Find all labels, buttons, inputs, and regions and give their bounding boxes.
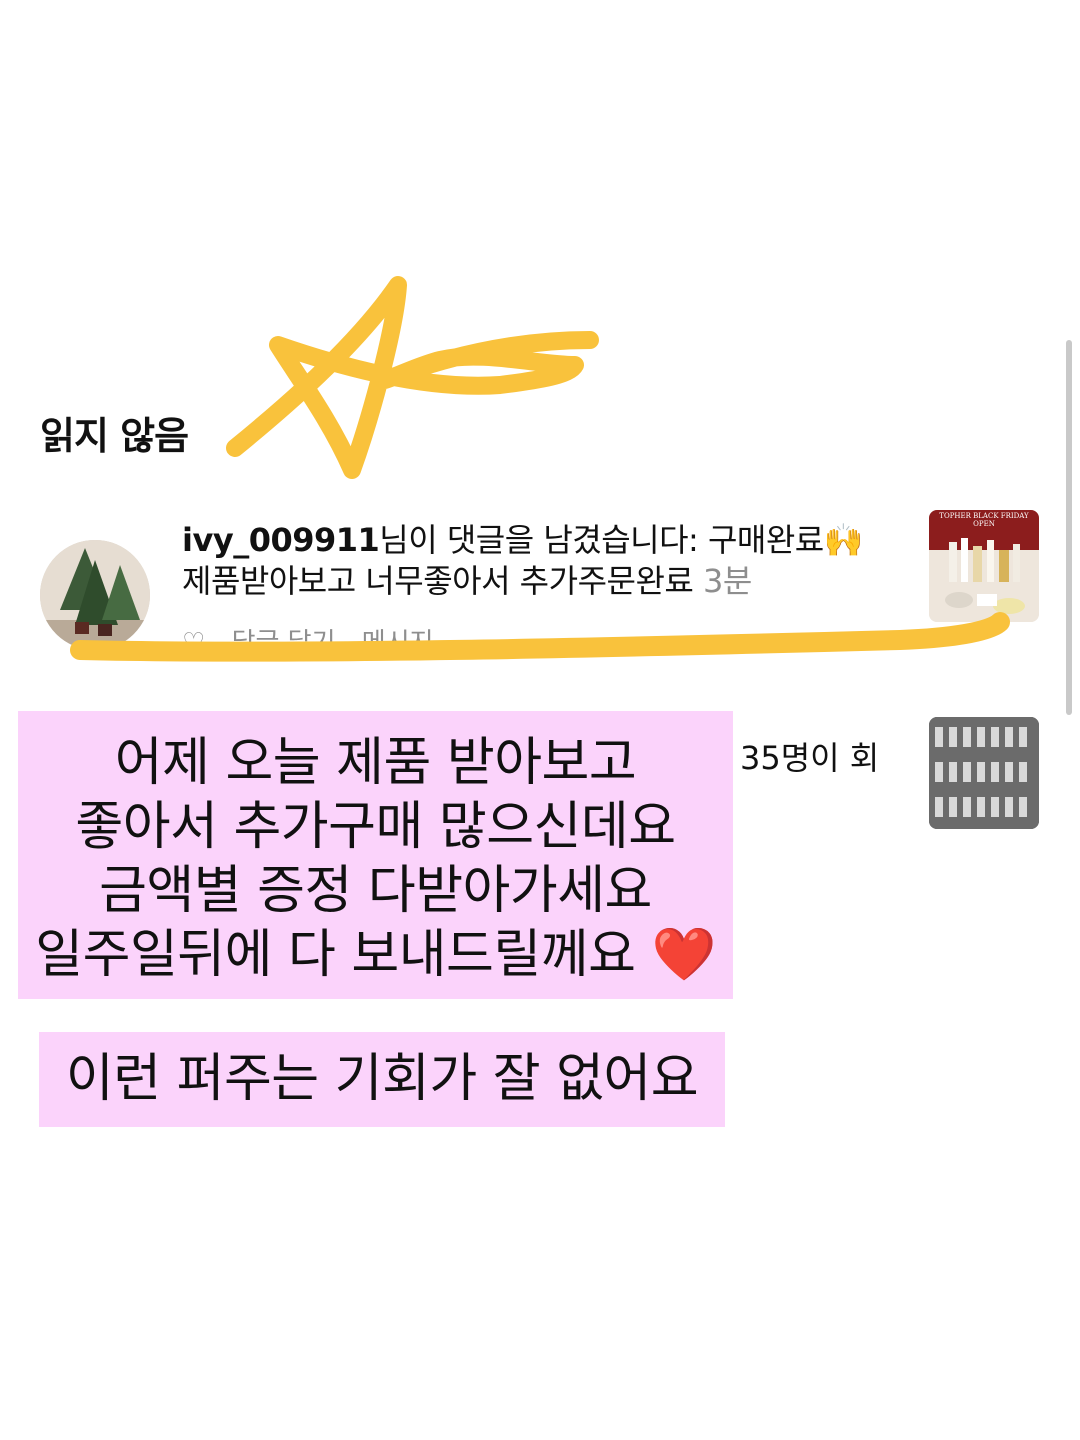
notification-actions: ♡ 답글 달기 메시지 [182,622,482,648]
caption-box-2: 이런 퍼주는 기회가 잘 없어요 [39,1032,725,1127]
notification-message: 님이 댓글을 남겼습니다: 구매완료🙌 [379,521,864,559]
caption-line-4: 일주일뒤에 다 보내드릴께요 ❤️ [35,925,716,985]
star-scribble-icon [226,276,599,479]
scrollbar[interactable] [1066,340,1072,715]
thumbnail-banner-text: TOPHER BLACK FRIDAY [939,512,1029,520]
notification-line-1[interactable]: ivy_009911님이 댓글을 남겼습니다: 구매완료🙌 [182,515,864,561]
avatar[interactable] [40,540,150,650]
product-image: TOPHER BLACK FRIDAY OPEN [929,510,1039,622]
heart-outline-icon[interactable]: ♡ [182,628,205,648]
post-thumbnail[interactable]: TOPHER BLACK FRIDAY OPEN [929,510,1039,622]
caption-line-1: 어제 오늘 제품 받아보고 [114,733,637,793]
heart-emoji-icon: ❤️ [651,925,716,985]
message-button[interactable]: 메시지 [362,628,434,648]
caption-box-1: 어제 오늘 제품 받아보고 좋아서 추가구매 많으신데요 금액별 증정 다받아가… [18,711,733,999]
section-title-unread: 읽지 않음 [40,414,189,458]
avatar-tree-image [40,540,150,650]
product-grid-image [929,717,1039,829]
notification-username[interactable]: ivy_009911 [182,521,380,559]
caption-line-2: 좋아서 추가구매 많으신데요 [75,797,676,857]
reply-button[interactable]: 답글 달기 [232,628,336,648]
notification-line-2: 제품받아보고 너무좋아서 추가주문완료 3분 [182,556,752,602]
post-thumbnail-2[interactable] [929,717,1039,829]
caption-line-3: 금액별 증정 다받아가세요 [99,861,652,921]
notification-comment-text: 제품받아보고 너무좋아서 추가주문완료 [182,562,694,600]
notification-2-text[interactable]: 35명이 회 [740,733,879,779]
thumbnail-open-text: OPEN [973,520,995,528]
notification-timestamp: 3분 [703,562,752,600]
